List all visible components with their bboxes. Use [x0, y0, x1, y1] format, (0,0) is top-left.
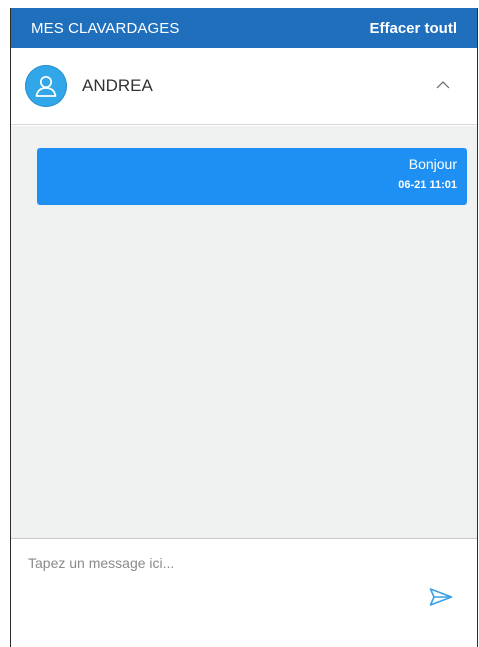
message-list: Bonjour 06-21 11:01: [11, 126, 477, 538]
user-icon: [35, 75, 57, 97]
message-bubble: Bonjour 06-21 11:01: [37, 148, 467, 205]
send-button[interactable]: [429, 587, 453, 607]
send-icon: [429, 588, 453, 606]
chat-list-title: MES CLAVARDAGES: [31, 19, 180, 37]
message-composer: [11, 538, 477, 647]
chat-window: MES CLAVARDAGES Effacer toutl ANDREA Bon…: [10, 8, 478, 647]
avatar: [25, 65, 67, 107]
contact-bar[interactable]: ANDREA: [11, 48, 477, 125]
chat-header: MES CLAVARDAGES Effacer toutl: [11, 8, 477, 48]
contact-name: ANDREA: [82, 76, 153, 95]
chevron-up-icon[interactable]: [435, 76, 451, 92]
clear-all-button[interactable]: Effacer toutl: [369, 20, 457, 37]
message-input[interactable]: [28, 551, 428, 575]
message-text: Bonjour: [408, 156, 457, 172]
message-timestamp: 06-21 11:01: [398, 179, 457, 191]
